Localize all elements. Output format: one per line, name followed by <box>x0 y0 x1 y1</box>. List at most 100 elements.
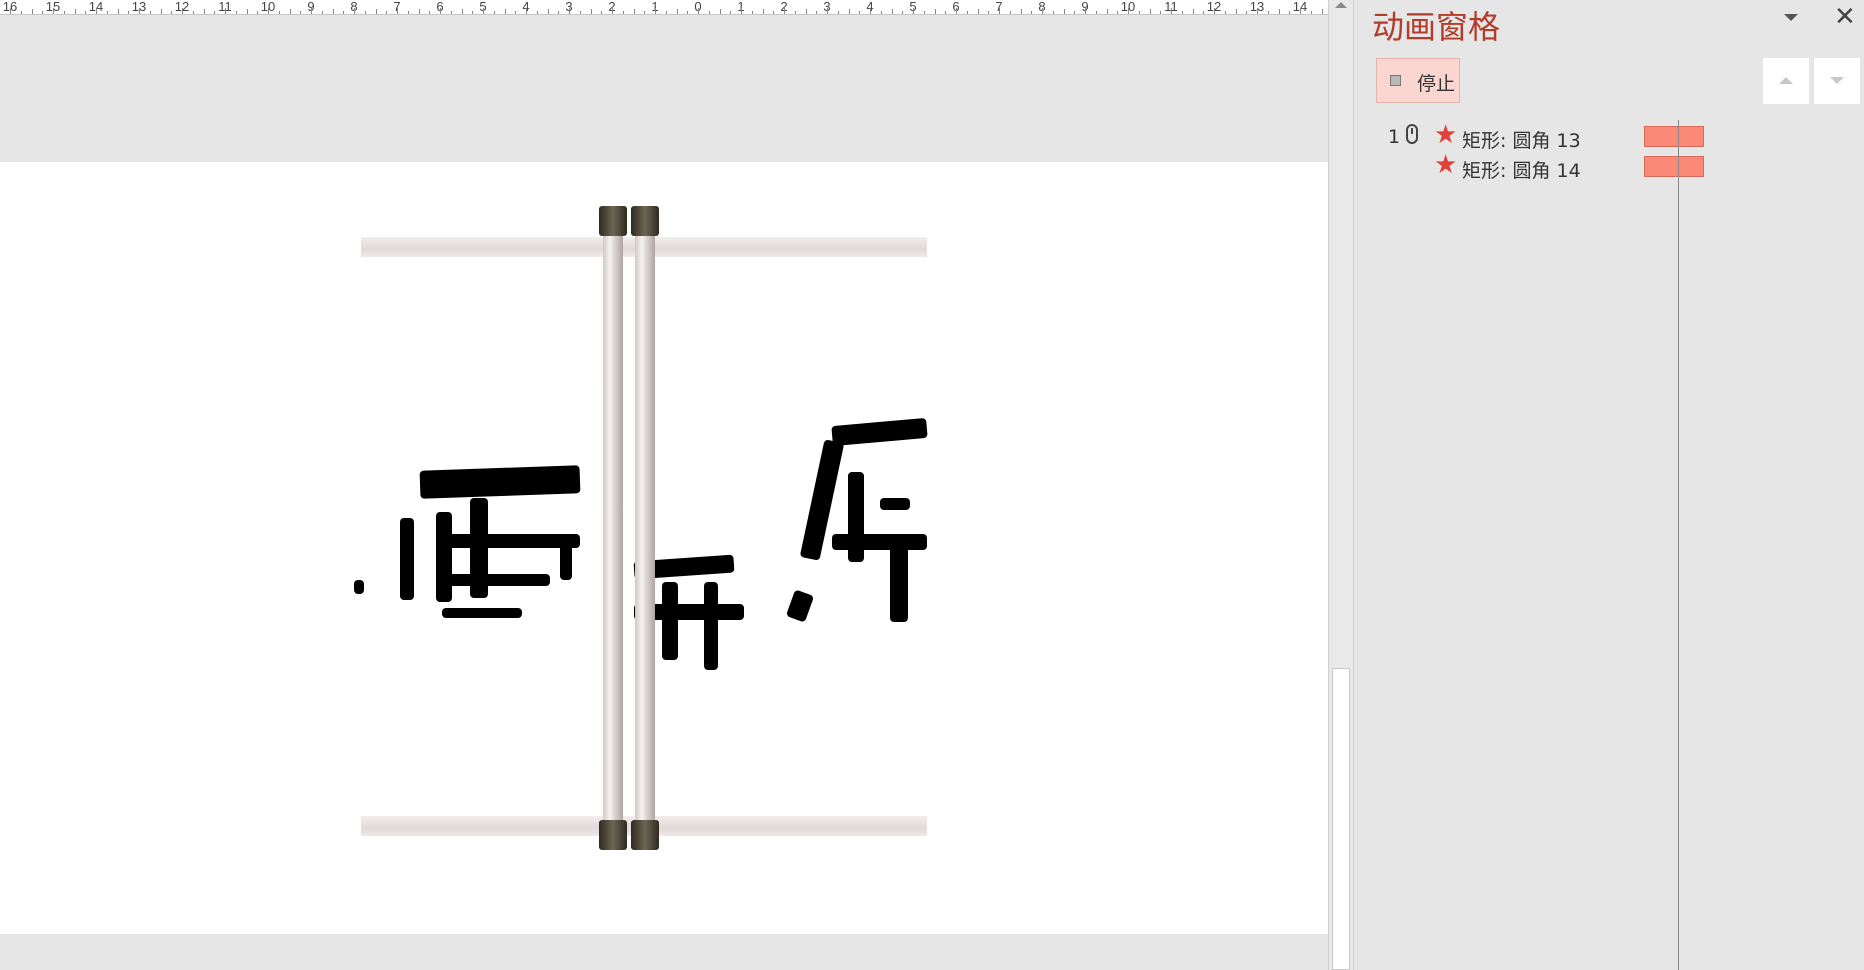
ruler-tick <box>300 11 302 14</box>
scroll-up-arrow-icon[interactable] <box>1335 2 1347 8</box>
ruler-tick <box>612 8 613 14</box>
ruler-tick <box>1106 9 1108 14</box>
stop-icon <box>1390 75 1401 86</box>
ruler-tick <box>429 11 431 14</box>
ruler-tick <box>1009 11 1011 14</box>
animation-item-2[interactable]: ★ 矩形: 圆角 14 <box>1388 151 1808 182</box>
ruler-tick <box>1257 8 1258 14</box>
ruler-tick <box>719 9 721 14</box>
ruler-tick <box>536 11 538 14</box>
ruler-tick <box>805 9 807 14</box>
ruler-tick <box>859 11 861 14</box>
ruler-tick <box>644 11 646 14</box>
animation-item-1[interactable]: 1 ★ 矩形: 圆角 13 <box>1388 121 1808 152</box>
ruler-tick <box>311 8 312 14</box>
ruler-tick <box>880 11 882 14</box>
scroll-roller-right <box>631 206 659 850</box>
ruler-tick <box>902 11 904 14</box>
ruler-tick <box>1321 9 1323 14</box>
ruler-tick <box>42 11 44 14</box>
ruler-tick <box>440 8 441 14</box>
pane-title: 动画窗格 <box>1372 8 1501 46</box>
ruler-tick <box>1095 11 1097 14</box>
ruler-tick <box>794 11 796 14</box>
ruler-tick <box>762 9 764 14</box>
ruler-tick <box>1300 8 1301 14</box>
ruler-tick <box>655 8 656 14</box>
ruler-tick <box>558 11 560 14</box>
slide-canvas[interactable] <box>0 162 1328 934</box>
ruler-tick <box>687 11 689 14</box>
ruler-tick <box>63 11 65 14</box>
ruler-tick <box>321 11 323 14</box>
ruler-tick <box>1267 11 1269 14</box>
horizontal-ruler: 16 15 14 13 12 11 10 9 8 7 6 5 4 3 2 1 0 1 2 3 4 5 6 7 8 9 10 11 12 1… <box>0 0 1328 15</box>
ruler-tick <box>1085 8 1086 14</box>
ruler-tick <box>891 9 893 14</box>
ruler-tick <box>160 9 162 14</box>
ruler-tick <box>225 8 226 14</box>
ruler-tick <box>945 11 947 14</box>
ruler-tick <box>450 11 452 14</box>
ruler-tick <box>278 11 280 14</box>
ruler-tick <box>1224 11 1226 14</box>
ruler-tick <box>1181 11 1183 14</box>
ruler-tick <box>923 11 925 14</box>
ruler-tick <box>246 9 248 14</box>
ruler-tick <box>53 8 54 14</box>
ruler-tick <box>192 11 194 14</box>
ruler-tick <box>751 11 753 14</box>
ruler-tick <box>1128 8 1129 14</box>
ruler-tick <box>1289 11 1291 14</box>
ruler-tick <box>1117 11 1119 14</box>
ruler-tick <box>999 8 1000 14</box>
ruler-tick <box>1235 9 1237 14</box>
timeline-bar[interactable] <box>1644 156 1704 177</box>
ruler-tick <box>870 8 871 14</box>
ruler-tick <box>74 9 76 14</box>
ruler-tick <box>1031 11 1033 14</box>
ruler-tick <box>698 8 699 14</box>
timeline-marker <box>1678 120 1679 970</box>
ruler-tick <box>913 8 914 14</box>
ruler-tick <box>1192 9 1194 14</box>
ruler-tick <box>816 11 818 14</box>
ruler-tick <box>579 11 581 14</box>
ruler-tick <box>1138 11 1140 14</box>
ruler-tick <box>171 11 173 14</box>
ruler-tick <box>31 9 33 14</box>
ruler-tick <box>1160 11 1162 14</box>
ruler-tick <box>773 11 775 14</box>
ruler-tick <box>569 8 570 14</box>
stop-button-label: 停止 <box>1417 73 1456 95</box>
move-down-button[interactable] <box>1814 58 1860 104</box>
ruler-tick <box>203 9 205 14</box>
ruler-tick <box>1203 11 1205 14</box>
ruler-tick <box>117 9 119 14</box>
ruler-tick <box>708 11 710 14</box>
move-up-button[interactable] <box>1763 58 1809 104</box>
ruler-tick <box>590 9 592 14</box>
vertical-scrollbar[interactable] <box>1328 0 1354 970</box>
ruler-tick <box>483 8 484 14</box>
ruler-tick <box>418 9 420 14</box>
ruler-tick <box>827 8 828 14</box>
stop-button[interactable]: 停止 <box>1376 58 1460 103</box>
ruler-tick <box>20 11 22 14</box>
ruler-tick <box>837 11 839 14</box>
ruler-tick <box>1214 8 1215 14</box>
timeline-bar[interactable] <box>1644 126 1704 147</box>
ruler-tick <box>730 11 732 14</box>
close-icon[interactable]: ✕ <box>1834 2 1856 32</box>
ruler-tick <box>106 11 108 14</box>
ruler-tick <box>1246 11 1248 14</box>
scrollbar-thumb[interactable] <box>1332 668 1350 970</box>
ruler-tick <box>343 11 345 14</box>
ruler-tick <box>988 11 990 14</box>
ruler-tick <box>268 8 269 14</box>
ruler-tick <box>182 8 183 14</box>
ruler-tick <box>956 8 957 14</box>
ruler-tick <box>1149 9 1151 14</box>
ruler-tick <box>633 9 635 14</box>
chevron-down-icon[interactable] <box>1784 14 1798 21</box>
